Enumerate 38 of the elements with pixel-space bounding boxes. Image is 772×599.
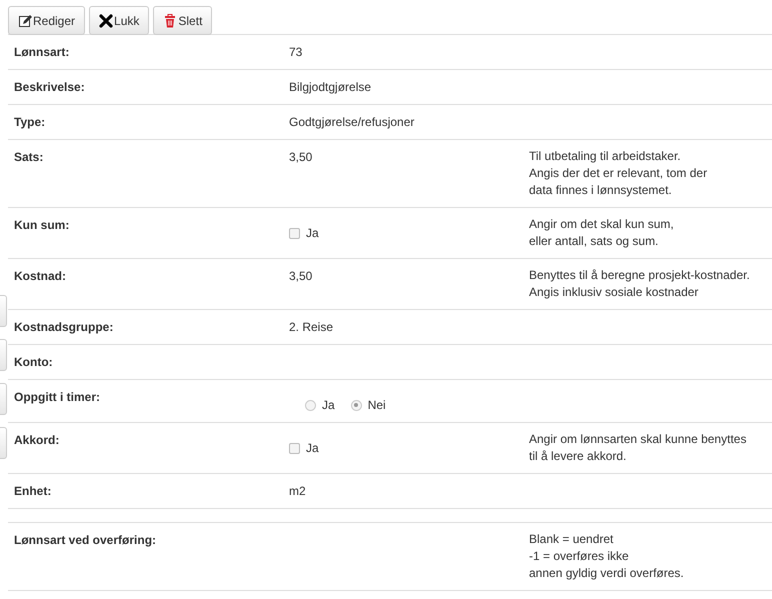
help-text: Benyttes til å beregne prosjekt-kostnader. Angis inklusiv sosiale kostnader xyxy=(529,267,751,301)
option-label: Ja xyxy=(306,440,319,457)
field-value: Godtgjørelse/refusjoner xyxy=(289,115,414,129)
field-value: Bilgjodtgjørelse xyxy=(289,80,372,94)
field-label: Kostnad: xyxy=(14,268,67,285)
close-icon xyxy=(99,14,114,28)
field-label: Type: xyxy=(14,114,46,131)
field-value: m2 xyxy=(289,484,306,498)
checkbox[interactable] xyxy=(289,228,300,238)
field-label: Kostnadsgruppe: xyxy=(14,319,114,336)
checkbox[interactable] xyxy=(289,442,300,454)
field-label: Sats: xyxy=(14,149,44,166)
field-label: Enhet: xyxy=(14,483,52,500)
toolbar-button[interactable]: Slett xyxy=(153,6,212,35)
field-label: Lønnsart ved overføring: xyxy=(14,532,158,549)
field-value: 73 xyxy=(289,45,302,59)
field-label: Akkord: xyxy=(14,432,60,449)
option-label: Ja xyxy=(322,397,335,414)
edit-icon xyxy=(18,14,32,28)
field-label: Oppgitt i timer: xyxy=(14,389,101,406)
toolbar-button[interactable]: Rediger xyxy=(8,6,86,35)
help-text: Angir om det skal kun sum, eller antall, sats og sum. xyxy=(529,216,675,250)
option-label: Ja xyxy=(306,225,319,242)
help-text: Angir om lønnsarten skal kunne benyttes til å levere akkord. xyxy=(529,431,748,465)
field-value: 3,50 xyxy=(289,269,312,283)
field-label: Lønnsart: xyxy=(14,44,70,61)
help-text: Blank = uendret -1 = overføres ikke annen gyldig verdi overføres. xyxy=(529,531,685,582)
option-label: Nei xyxy=(368,397,386,414)
field-value: 3,50 xyxy=(289,150,312,164)
radio-button[interactable] xyxy=(305,400,316,410)
field-label: Konto: xyxy=(14,354,54,371)
trash-icon xyxy=(163,14,178,28)
field-value: 2. Reise xyxy=(289,320,334,334)
toolbar-button[interactable]: Lukk xyxy=(89,6,150,35)
radio-button[interactable] xyxy=(350,400,362,410)
field-label: Beskrivelse: xyxy=(14,79,86,96)
field-label: Kun sum: xyxy=(14,217,70,234)
help-text: Til utbetaling til arbeidstaker. Angis der det er relevant, tom der data finnes i lønnsystemet. xyxy=(529,148,708,199)
